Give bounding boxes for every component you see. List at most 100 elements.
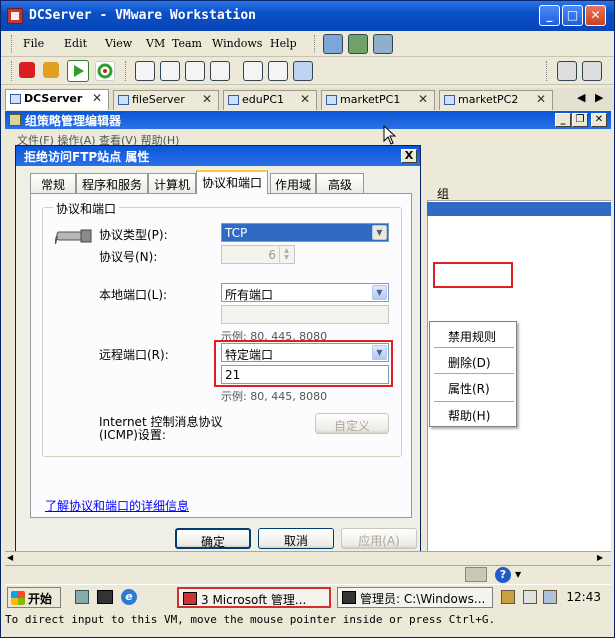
fit-guest-icon[interactable] [293,61,313,81]
dialog-title-bar[interactable]: 拒绝访问FTP站点 属性 [16,146,420,166]
protocol-number-stepper[interactable]: 6 ▲ ▼ [221,245,295,264]
network-cable-icon [55,229,92,245]
scroll-right-icon[interactable]: ▶ [597,553,603,562]
tab-scroll-right-icon[interactable]: ▶ [595,91,603,104]
tab-marketpc1[interactable]: marketPC1 ✕ [321,90,435,110]
help-icon[interactable]: ? [495,567,511,583]
gpe-restore-button[interactable]: ❐ [572,113,588,127]
close-tab-icon[interactable]: ✕ [92,91,102,105]
menu-vm[interactable]: VM [146,37,165,50]
tab-marketpc2[interactable]: marketPC2 ✕ [439,90,553,110]
quick-switch-icon[interactable] [160,61,180,81]
menu-file[interactable]: File [23,37,44,50]
tab-scope[interactable]: 作用域 [270,173,316,193]
local-port-select[interactable]: 所有端口 ▼ [221,283,389,302]
title-bar[interactable]: DCServer - VMware Workstation _ □ ✕ [1,1,614,31]
guest-taskbar: 开始 e 3 Microsoft 管理... 管理员: C:\Windows..… [5,584,611,610]
ok-button[interactable]: 确定 [175,528,251,549]
reset-icon[interactable] [95,61,115,81]
chevron-down-icon[interactable]: ▼ [372,225,387,240]
start-button[interactable]: 开始 [7,587,61,608]
show-sidebar-icon[interactable] [135,61,155,81]
toolbar-grip [546,61,549,81]
vm-screen[interactable]: 组策略管理编辑器 _ ❐ ✕ 文件(F) 操作(A) 查看(V) 帮助(H) 组… [5,111,611,583]
local-port-value: 所有端口 [225,288,274,302]
tab-scroll-left-icon[interactable]: ◀ [577,91,585,104]
highlight-remote-port [214,340,393,387]
dialog-close-button[interactable]: X [401,149,417,163]
column-header-label: 组 [437,187,450,201]
menu-help[interactable]: Help [270,37,297,50]
full-screen-icon[interactable] [185,61,205,81]
keyboard-icon[interactable] [465,567,487,582]
scroll-left-icon[interactable]: ◀ [7,553,13,562]
replay-icon[interactable] [582,61,602,81]
power-off-icon[interactable] [19,62,35,78]
toolbar-grip [125,61,128,81]
vmware-app-icon [7,8,23,24]
chevron-down-icon[interactable]: ▼ [515,570,521,579]
close-tab-icon[interactable]: ✕ [418,92,428,106]
vmware-window: DCServer - VMware Workstation _ □ ✕ File… [0,0,615,638]
server-manager-icon[interactable] [75,590,89,604]
vmware-status-message: To direct input to this VM, move the mou… [5,613,496,626]
protocol-type-select[interactable]: TCP ▼ [221,223,389,242]
tab-fileserver[interactable]: fileServer ✕ [113,90,219,110]
thumbnail-view-icon[interactable] [268,61,288,81]
console-view-icon[interactable] [243,61,263,81]
gpe-minimize-button[interactable]: _ [555,113,571,127]
tab-programs-services[interactable]: 程序和服务 [76,173,148,193]
minimize-button[interactable]: _ [539,5,560,26]
menu-team[interactable]: Team [172,37,202,50]
power-on-icon[interactable] [67,60,89,82]
menu-view[interactable]: View [105,37,132,50]
unity-icon[interactable] [210,61,230,81]
menu-item-delete[interactable]: 删除(D) [448,354,491,371]
powershell-icon[interactable] [97,590,113,604]
tab-dcserver[interactable]: DCServer ✕ [5,89,109,110]
snapshot-icon[interactable] [323,34,343,54]
close-tab-icon[interactable]: ✕ [536,92,546,106]
close-tab-icon[interactable]: ✕ [300,92,310,106]
learn-more-link[interactable]: 了解协议和端口的详细信息 [45,497,189,514]
record-icon[interactable] [557,61,577,81]
tab-edupc1[interactable]: eduPC1 ✕ [223,90,317,110]
stepper-arrows-icon[interactable]: ▲ ▼ [279,247,293,262]
toolbar [1,58,614,85]
menu-windows[interactable]: Windows [212,37,262,50]
tab-computers[interactable]: 计算机 [148,173,196,193]
maximize-button[interactable]: □ [562,5,583,26]
menu-separator [434,347,514,348]
revert-snapshot-icon[interactable] [348,34,368,54]
menu-bar: File Edit View VM Team Windows Help [1,31,614,57]
apply-button[interactable]: 应用(A) [341,528,417,549]
selected-rule-row[interactable] [427,202,611,216]
gpe-close-button[interactable]: ✕ [591,113,607,127]
column-header-group[interactable]: 组 [427,183,611,201]
cancel-button[interactable]: 取消 [258,528,334,549]
chevron-down-icon[interactable]: ▼ [372,285,387,300]
close-tab-icon[interactable]: ✕ [202,92,212,106]
menu-item-help[interactable]: 帮助(H) [448,407,490,424]
protocol-number-label: 协议号(N): [99,250,158,264]
snapshot-manager-icon[interactable] [373,34,393,54]
tray-volume-icon[interactable] [543,590,557,604]
taskbar-item-mmc[interactable]: 3 Microsoft 管理... [177,587,331,608]
menu-edit[interactable]: Edit [64,37,87,50]
internet-explorer-icon[interactable]: e [121,589,137,605]
tab-advanced[interactable]: 高级 [316,173,364,193]
customize-button[interactable]: 自定义 [315,413,389,434]
menu-item-properties[interactable]: 属性(R) [448,380,490,397]
tab-general[interactable]: 常规 [30,173,76,193]
gpe-title-bar[interactable]: 组策略管理编辑器 _ ❐ ✕ [5,111,611,129]
close-button[interactable]: ✕ [585,5,606,26]
taskbar-item-cmd[interactable]: 管理员: C:\Windows... [337,587,493,608]
local-port-input[interactable] [221,305,389,324]
tray-flag-icon[interactable] [523,590,537,604]
clock[interactable]: 12:43 [566,590,601,604]
suspend-icon[interactable] [43,62,59,78]
tray-network-icon[interactable] [501,590,515,604]
tab-protocols-ports[interactable]: 协议和端口 [196,170,268,194]
menu-item-disable-rule[interactable]: 禁用规则 [448,328,496,345]
gpe-scrollbar[interactable]: ◀ ▶ [5,551,611,565]
